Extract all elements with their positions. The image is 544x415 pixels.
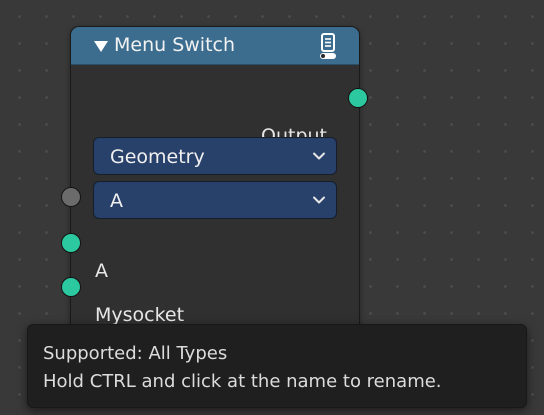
menu-input-value: A (110, 190, 123, 212)
tooltip: Supported: All Types Hold CTRL and click… (27, 324, 527, 408)
input-socket-mysocket[interactable] (61, 277, 81, 297)
tooltip-rename-hint: Hold CTRL and click at the name to renam… (43, 371, 442, 392)
menu-switch-node[interactable]: Menu Switch Output Geometry A A Mysocket (70, 26, 360, 364)
menu-type-value: Geometry (110, 146, 205, 168)
menu-input-socket[interactable] (61, 187, 81, 207)
menu-type-dropdown[interactable]: Geometry (93, 137, 337, 175)
menu-input-dropdown[interactable]: A (93, 181, 337, 219)
node-panel-icon[interactable] (316, 32, 340, 60)
output-socket[interactable] (348, 88, 368, 108)
input-socket-label-mysocket: Mysocket (95, 304, 185, 326)
node-header[interactable]: Menu Switch (71, 27, 359, 65)
tooltip-supported-types: Supported: All Types (43, 343, 228, 364)
chevron-down-icon (313, 152, 325, 160)
input-socket-label-a: A (95, 260, 108, 282)
collapse-triangle-icon[interactable] (94, 41, 108, 52)
node-editor-canvas[interactable]: Menu Switch Output Geometry A A Mysocket… (0, 0, 544, 415)
chevron-down-icon (313, 196, 325, 204)
node-title: Menu Switch (114, 34, 236, 56)
input-socket-a[interactable] (61, 233, 81, 253)
node-body: Output Geometry A A Mysocket (71, 65, 359, 363)
